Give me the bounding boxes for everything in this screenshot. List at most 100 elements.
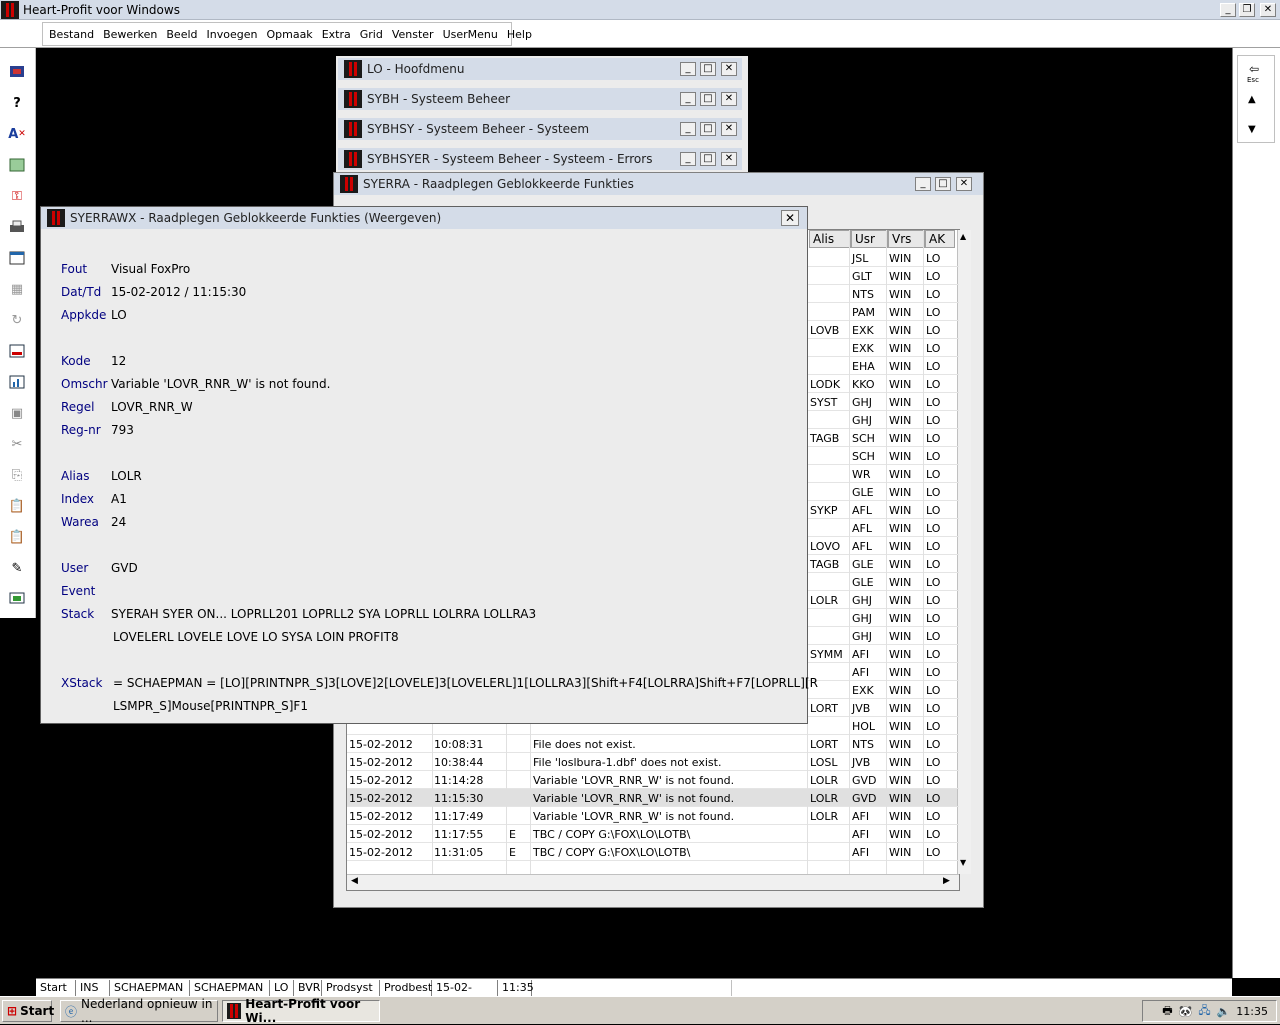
menu-beeld[interactable]: Beeld xyxy=(166,28,197,41)
grid-cell[interactable]: LOLR xyxy=(810,810,838,823)
grid-cell[interactable]: LO xyxy=(926,378,940,391)
grid-cell[interactable]: GHJ xyxy=(852,594,872,607)
grid-cell[interactable]: AFI xyxy=(852,810,869,823)
scroll-left-icon[interactable]: ◀ xyxy=(351,876,358,886)
grid-cell[interactable]: LO xyxy=(926,450,940,463)
grid-cell[interactable]: LO xyxy=(926,630,940,643)
grid-cell[interactable]: EXK xyxy=(852,324,874,337)
scroll-up-icon[interactable]: ▲ xyxy=(1248,94,1256,105)
grid-cell[interactable]: GHJ xyxy=(852,612,872,625)
grid-cell[interactable]: 15-02-2012 xyxy=(349,774,413,787)
grid-cell[interactable]: LO xyxy=(926,702,940,715)
grid-cell[interactable]: E xyxy=(509,828,516,841)
grid-cell[interactable]: LOSL xyxy=(810,756,838,769)
network-icon[interactable]: 🖧 xyxy=(1198,1002,1210,1021)
menu-bewerken[interactable]: Bewerken xyxy=(103,28,157,41)
window-sybhsyer[interactable]: SYBHSYER - Systeem Beheer - Systeem - Er… xyxy=(338,148,742,170)
close-icon[interactable]: ✕ xyxy=(956,177,972,191)
key-icon[interactable]: ⚿ xyxy=(8,187,26,205)
grid-cell[interactable]: WIN xyxy=(889,738,911,751)
scroll-down-icon[interactable]: ▼ xyxy=(1248,124,1256,135)
maximize-icon[interactable]: □ xyxy=(700,62,716,76)
menu-venster[interactable]: Venster xyxy=(392,28,434,41)
grid-cell[interactable]: WIN xyxy=(889,540,911,553)
grid-cell[interactable]: LO xyxy=(926,576,940,589)
grid-cell[interactable]: LOLR xyxy=(810,792,838,805)
grid-cell[interactable]: E xyxy=(509,846,516,859)
grid-cell[interactable]: LOVB xyxy=(810,324,839,337)
grid-cell[interactable]: TBC / COPY G:\FOX\LO\LOTB\ xyxy=(533,846,690,859)
menu-usermenu[interactable]: UserMenu xyxy=(443,28,498,41)
window-lo-hoofdmenu[interactable]: LO - Hoofdmenu _ □ ✕ xyxy=(338,58,742,80)
scroll-up-icon[interactable]: ▲ xyxy=(960,232,966,241)
grid-cell[interactable]: WIN xyxy=(889,288,911,301)
minimize-button[interactable]: _ xyxy=(1220,3,1236,17)
font-delete-icon[interactable]: A ✕ xyxy=(8,125,26,143)
menu-grid[interactable]: Grid xyxy=(360,28,383,41)
grid-cell[interactable]: WIN xyxy=(889,468,911,481)
grid-cell[interactable]: WIN xyxy=(889,396,911,409)
grid-cell[interactable]: LO xyxy=(926,360,940,373)
grid-cell[interactable]: Variable 'LOVR_RNR_W' is not found. xyxy=(533,774,734,787)
grid-cell[interactable]: GHJ xyxy=(852,396,872,409)
window-sybhsy[interactable]: SYBHSY - Systeem Beheer - Systeem _ □ ✕ xyxy=(338,118,742,140)
grid-cell[interactable]: Variable 'LOVR_RNR_W' is not found. xyxy=(533,792,734,805)
panda-icon[interactable]: 🐼 xyxy=(1179,1005,1193,1018)
grid-cell[interactable]: SYST xyxy=(810,396,837,409)
grid-cell[interactable]: EXK xyxy=(852,684,874,697)
grid-cell[interactable]: LO xyxy=(926,504,940,517)
grid-cell[interactable]: WIN xyxy=(889,432,911,445)
grid-cell[interactable]: WIN xyxy=(889,594,911,607)
grid-cell[interactable]: WIN xyxy=(889,450,911,463)
grid-cell[interactable]: LO xyxy=(926,810,940,823)
table-icon[interactable] xyxy=(8,156,26,174)
grid-cell[interactable]: JVB xyxy=(852,756,870,769)
grid-cell[interactable]: AFL xyxy=(852,504,872,517)
grid-cell[interactable]: LO xyxy=(926,522,940,535)
menu-help[interactable]: Help xyxy=(507,28,532,41)
grid-cell[interactable]: JVB xyxy=(852,702,870,715)
maximize-icon[interactable]: □ xyxy=(700,152,716,166)
grid-cell[interactable]: LO xyxy=(926,792,940,805)
grid-cell[interactable]: TAGB xyxy=(810,558,839,571)
volume-icon[interactable]: 🔈 xyxy=(1217,1005,1231,1018)
dialog-close-button[interactable]: ✕ xyxy=(781,210,799,226)
grid-cell[interactable]: NTS xyxy=(852,738,874,751)
grid-cell[interactable]: WIN xyxy=(889,252,911,265)
grid-cell[interactable]: WIN xyxy=(889,576,911,589)
grid-cell[interactable]: 10:38:44 xyxy=(434,756,483,769)
grid-cell[interactable]: WIN xyxy=(889,774,911,787)
grid-cell[interactable]: File 'loslbura-1.dbf' does not exist. xyxy=(533,756,721,769)
grid-cell[interactable]: LORT xyxy=(810,738,838,751)
grid-cell[interactable]: WIN xyxy=(889,522,911,535)
grid-cell[interactable]: LO xyxy=(926,756,940,769)
grid-cell[interactable]: WIN xyxy=(889,306,911,319)
grid-cell[interactable]: WIN xyxy=(889,486,911,499)
grid-cell[interactable]: GHJ xyxy=(852,414,872,427)
grid-cell[interactable]: LO xyxy=(926,270,940,283)
close-icon[interactable]: ✕ xyxy=(721,62,737,76)
grid-cell[interactable]: WIN xyxy=(889,702,911,715)
grid-cell[interactable]: NTS xyxy=(852,288,874,301)
grid-cell[interactable]: LO xyxy=(926,594,940,607)
header-vrs[interactable]: Vrs xyxy=(888,230,925,248)
grid-cell[interactable]: 11:15:30 xyxy=(434,792,483,805)
grid-cell[interactable]: GLE xyxy=(852,576,874,589)
grid-cell[interactable]: 15-02-2012 xyxy=(349,792,413,805)
grid-cell[interactable]: GVD xyxy=(852,774,877,787)
window-sybh[interactable]: SYBH - Systeem Beheer _ □ ✕ xyxy=(338,88,742,110)
grid-cell[interactable]: LO xyxy=(926,720,940,733)
grid-cell[interactable]: EXK xyxy=(852,342,874,355)
grid-cell[interactable]: LO xyxy=(926,738,940,751)
grid-cell[interactable]: TBC / COPY G:\FOX\LO\LOTB\ xyxy=(533,828,690,841)
grid-cell[interactable]: AFI xyxy=(852,666,869,679)
edit-icon[interactable]: ✎ xyxy=(8,559,26,577)
vertical-scrollbar[interactable]: ▲ ▼ xyxy=(957,230,971,874)
grid-cell[interactable]: LO xyxy=(926,558,940,571)
grid-cell[interactable]: WIN xyxy=(889,342,911,355)
close-icon[interactable]: ✕ xyxy=(721,92,737,106)
grid-cell[interactable]: GLE xyxy=(852,486,874,499)
grid-cell[interactable]: WIN xyxy=(889,846,911,859)
close-icon[interactable]: ✕ xyxy=(721,122,737,136)
chart-icon[interactable] xyxy=(8,373,26,391)
